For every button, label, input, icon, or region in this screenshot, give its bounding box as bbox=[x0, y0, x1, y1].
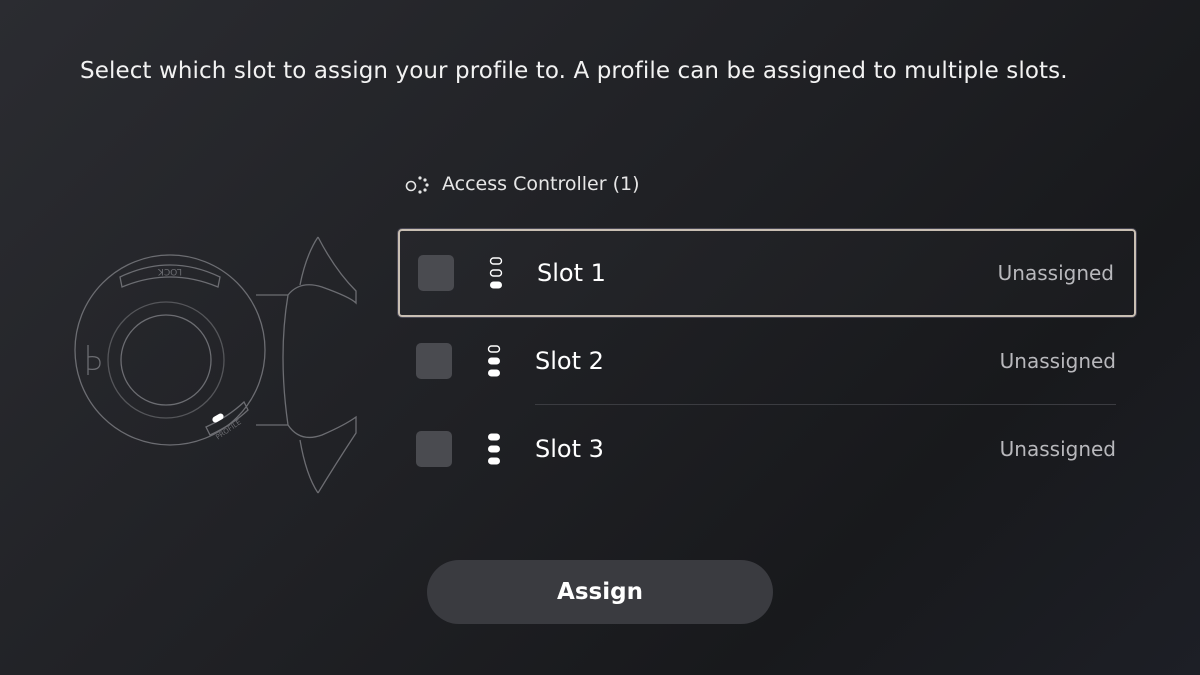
slot-2-indicator-icon bbox=[487, 345, 501, 377]
device-name: Access Controller (1) bbox=[442, 173, 640, 195]
slot-3-status: Unassigned bbox=[999, 437, 1116, 461]
slot-1-indicator-icon bbox=[489, 257, 503, 289]
profile-label: PROFILE bbox=[214, 418, 242, 441]
slot-1-checkbox[interactable] bbox=[418, 255, 454, 291]
slot-2-checkbox[interactable] bbox=[416, 343, 452, 379]
slot-3-indicator-icon bbox=[488, 433, 500, 465]
slot-row-1[interactable]: Slot 1 Unassigned bbox=[398, 229, 1136, 317]
slot-row-2[interactable]: Slot 2 Unassigned bbox=[398, 317, 1136, 405]
slot-1-label: Slot 1 bbox=[537, 259, 606, 287]
slot-row-3[interactable]: Slot 3 Unassigned bbox=[398, 405, 1136, 493]
lock-label: LOCK bbox=[157, 266, 182, 276]
access-controller-illustration: LOCK PROFILE bbox=[74, 236, 357, 494]
slot-3-label: Slot 3 bbox=[535, 435, 604, 463]
access-controller-icon bbox=[405, 176, 429, 194]
slot-list: Slot 1 Unassigned Slot 2 Unassigned Slot… bbox=[398, 229, 1136, 493]
instruction-text: Select which slot to assign your profile… bbox=[80, 58, 1068, 84]
slot-1-status: Unassigned bbox=[997, 261, 1114, 285]
slot-2-status: Unassigned bbox=[999, 349, 1116, 373]
device-header: Access Controller (1) bbox=[404, 173, 640, 195]
slot-2-label: Slot 2 bbox=[535, 347, 604, 375]
assign-button[interactable]: Assign bbox=[427, 560, 773, 624]
slot-3-checkbox[interactable] bbox=[416, 431, 452, 467]
